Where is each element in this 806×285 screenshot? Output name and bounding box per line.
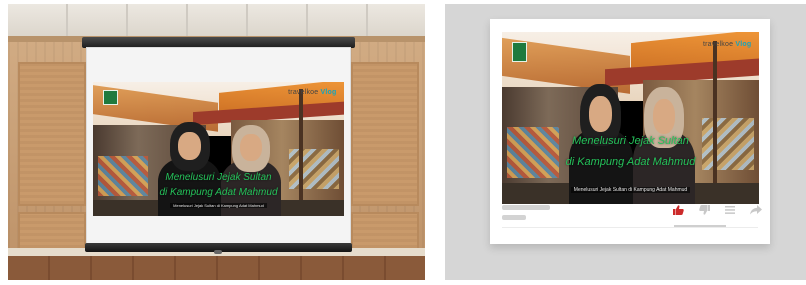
channel-logo: [512, 42, 528, 62]
video-title-line1: Menelusuri Jejak Sultan: [165, 171, 272, 183]
video-frame[interactable]: travelkoe Vlog Menelusuri Jejak Sultan d…: [502, 32, 759, 204]
ceiling: [8, 4, 425, 36]
video-title-line2: di Kampung Adat Mahmud: [565, 155, 696, 168]
thumbs-up-icon[interactable]: [670, 203, 686, 217]
projected-video: travelkoe Vlog Menelusuri Jejak Sultan d…: [93, 82, 344, 216]
projector-screen-housing: [82, 37, 355, 48]
player-actions: [670, 203, 764, 217]
channel-logo: [103, 90, 118, 106]
video-caption: Menelusuri Jejak Sultan di Kampung Adat …: [502, 186, 759, 193]
divider: [502, 227, 758, 228]
video-meta-placeholder: [502, 215, 526, 220]
watermark: travelkoe Vlog: [288, 88, 337, 96]
video-title-placeholder: [502, 205, 550, 210]
screen-pull-handle: [214, 250, 222, 254]
watermark: travelkoe Vlog: [702, 40, 752, 48]
video-player-card: travelkoe Vlog Menelusuri Jejak Sultan d…: [490, 19, 770, 244]
menu-icon[interactable]: [722, 203, 738, 217]
share-icon[interactable]: [748, 203, 764, 217]
wood-floor: [8, 256, 425, 280]
video-title-line2: di Kampung Adat Mahmud: [159, 186, 278, 198]
video-title-line1: Menelusuri Jejak Sultan: [572, 135, 689, 148]
thumbs-down-icon[interactable]: [696, 203, 712, 217]
projector-screen: travelkoe Vlog Menelusuri Jejak Sultan d…: [87, 48, 350, 243]
video-caption: Menelusuri Jejak Sultan di Kampung Adat …: [93, 202, 344, 208]
